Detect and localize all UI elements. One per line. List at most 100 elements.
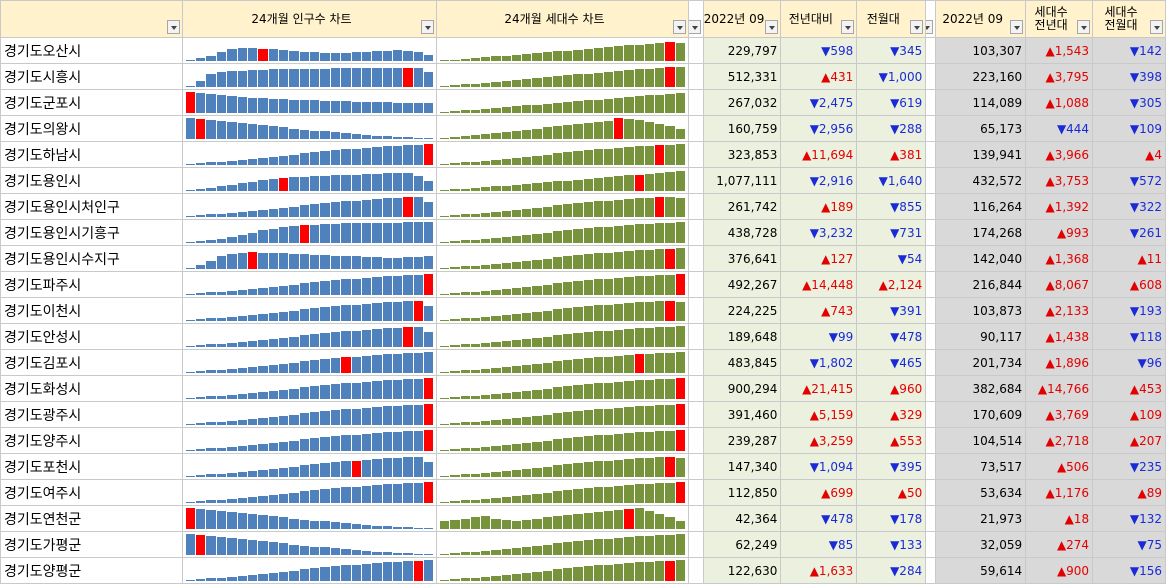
gap-cell[interactable]: [925, 115, 937, 142]
region-name-cell[interactable]: 경기도용인시기흥구: [0, 219, 183, 246]
household-chart-cell[interactable]: [436, 401, 689, 428]
household-mom-cell[interactable]: ▼322: [1092, 193, 1166, 220]
population-cell[interactable]: 376,641: [702, 245, 782, 272]
population-mom-cell[interactable]: ▼855: [856, 193, 927, 220]
filter-dropdown-icon[interactable]: [1150, 20, 1163, 34]
population-chart-cell[interactable]: [181, 167, 438, 194]
population-yoy-cell[interactable]: ▲127: [780, 245, 858, 272]
population-yoy-cell[interactable]: ▼598: [780, 37, 858, 64]
population-mom-cell[interactable]: ▲381: [856, 141, 927, 168]
household-mom-cell[interactable]: ▼109: [1092, 115, 1166, 142]
population-chart-cell[interactable]: [181, 141, 438, 168]
gap-cell[interactable]: [925, 271, 937, 298]
household-yoy-cell[interactable]: ▲14,766: [1025, 375, 1094, 402]
population-mom-cell[interactable]: ▼178: [856, 505, 927, 532]
household-mom-cell[interactable]: ▲207: [1092, 427, 1166, 454]
population-yoy-cell[interactable]: ▲431: [780, 63, 858, 90]
table-row[interactable]: 경기도용인시처인구 261,742 ▲189 ▼855 116,264 ▲1,392 ▼32…: [0, 193, 1166, 220]
population-yoy-cell[interactable]: ▼85: [780, 531, 858, 558]
gap-cell[interactable]: [925, 323, 937, 350]
population-chart-cell[interactable]: [181, 193, 438, 220]
population-mom-cell[interactable]: ▲960: [856, 375, 927, 402]
table-row[interactable]: 경기도시흥시 512,331 ▲431 ▼1,000 223,160 ▲3,795 ▼398: [0, 63, 1166, 90]
gap-cell[interactable]: [687, 115, 704, 142]
household-cell[interactable]: 114,089: [935, 89, 1027, 116]
household-yoy-cell[interactable]: ▲2,718: [1025, 427, 1094, 454]
household-yoy-cell[interactable]: ▲1,176: [1025, 479, 1094, 506]
region-name-cell[interactable]: 경기도파주시: [0, 271, 183, 298]
population-cell[interactable]: 900,294: [702, 375, 782, 402]
table-row[interactable]: 경기도포천시 147,340 ▼1,094 ▼395 73,517 ▲506 ▼235: [0, 453, 1166, 480]
household-mom-cell[interactable]: ▼193: [1092, 297, 1166, 324]
population-cell[interactable]: 267,032: [702, 89, 782, 116]
household-mom-cell[interactable]: ▼142: [1092, 37, 1166, 64]
region-name-cell[interactable]: 경기도김포시: [0, 349, 183, 376]
region-name-cell[interactable]: 경기도화성시: [0, 375, 183, 402]
household-mom-cell[interactable]: ▲4: [1092, 141, 1166, 168]
population-cell[interactable]: 323,853: [702, 141, 782, 168]
gap-cell[interactable]: [687, 479, 704, 506]
region-name-cell[interactable]: 경기도오산시: [0, 37, 183, 64]
gap-cell[interactable]: [687, 531, 704, 558]
household-chart-cell[interactable]: [436, 271, 689, 298]
population-cell[interactable]: 229,797: [702, 37, 782, 64]
table-row[interactable]: 경기도여주시 112,850 ▲699 ▲50 53,634 ▲1,176 ▲89: [0, 479, 1166, 506]
gap-cell[interactable]: [925, 167, 937, 194]
region-name-cell[interactable]: 경기도안성시: [0, 323, 183, 350]
household-mom-cell[interactable]: ▼305: [1092, 89, 1166, 116]
region-name-cell[interactable]: 경기도용인시처인구: [0, 193, 183, 220]
population-cell[interactable]: 492,267: [702, 271, 782, 298]
population-cell[interactable]: 112,850: [702, 479, 782, 506]
household-yoy-cell[interactable]: ▲8,067: [1025, 271, 1094, 298]
table-row[interactable]: 경기도광주시 391,460 ▲5,159 ▲329 170,609 ▲3,769 ▲109: [0, 401, 1166, 428]
population-yoy-cell[interactable]: ▼478: [780, 505, 858, 532]
population-mom-cell[interactable]: ▼288: [856, 115, 927, 142]
population-chart-cell[interactable]: [181, 89, 438, 116]
table-row[interactable]: 경기도군포시 267,032 ▼2,475 ▼619 114,089 ▲1,088 ▼305: [0, 89, 1166, 116]
population-yoy-cell[interactable]: ▼3,232: [780, 219, 858, 246]
household-yoy-cell[interactable]: ▲18: [1025, 505, 1094, 532]
population-cell[interactable]: 42,364: [702, 505, 782, 532]
table-row[interactable]: 경기도오산시 229,797 ▼598 ▼345 103,307 ▲1,543 ▼142: [0, 37, 1166, 64]
household-mom-cell[interactable]: ▼75: [1092, 531, 1166, 558]
household-cell[interactable]: 139,941: [935, 141, 1027, 168]
population-yoy-cell[interactable]: ▲5,159: [780, 401, 858, 428]
population-cell[interactable]: 224,225: [702, 297, 782, 324]
population-chart-cell[interactable]: [181, 63, 438, 90]
population-cell[interactable]: 438,728: [702, 219, 782, 246]
household-yoy-cell[interactable]: ▲506: [1025, 453, 1094, 480]
population-cell[interactable]: 160,759: [702, 115, 782, 142]
population-chart-cell[interactable]: [181, 505, 438, 532]
gap-cell[interactable]: [687, 63, 704, 90]
household-yoy-cell[interactable]: ▲3,795: [1025, 63, 1094, 90]
household-yoy-cell[interactable]: ▲1,896: [1025, 349, 1094, 376]
population-mom-cell[interactable]: ▼391: [856, 297, 927, 324]
household-chart-cell[interactable]: [436, 349, 689, 376]
gap-cell[interactable]: [687, 349, 704, 376]
population-cell[interactable]: 62,249: [702, 531, 782, 558]
gap-cell[interactable]: [687, 271, 704, 298]
household-mom-cell[interactable]: ▼572: [1092, 167, 1166, 194]
region-name-cell[interactable]: 경기도여주시: [0, 479, 183, 506]
population-mom-cell[interactable]: ▼1,640: [856, 167, 927, 194]
region-name-cell[interactable]: 경기도포천시: [0, 453, 183, 480]
household-chart-cell[interactable]: [436, 37, 689, 64]
gap-cell[interactable]: [925, 531, 937, 558]
table-row[interactable]: 경기도의왕시 160,759 ▼2,956 ▼288 65,173 ▼444 ▼109: [0, 115, 1166, 142]
household-yoy-cell[interactable]: ▲1,438: [1025, 323, 1094, 350]
filter-dropdown-icon[interactable]: [421, 20, 435, 34]
gap-cell[interactable]: [925, 219, 937, 246]
gap-cell[interactable]: [687, 193, 704, 220]
population-chart-cell[interactable]: [181, 219, 438, 246]
population-mom-cell[interactable]: ▲329: [856, 401, 927, 428]
population-chart-cell[interactable]: [181, 401, 438, 428]
household-chart-cell[interactable]: [436, 375, 689, 402]
population-mom-cell[interactable]: ▲553: [856, 427, 927, 454]
gap-cell[interactable]: [925, 453, 937, 480]
population-mom-cell[interactable]: ▼395: [856, 453, 927, 480]
filter-dropdown-icon[interactable]: [672, 20, 686, 34]
filter-dropdown-icon[interactable]: [926, 20, 934, 34]
gap-cell[interactable]: [925, 193, 937, 220]
household-chart-cell[interactable]: [436, 479, 689, 506]
gap-cell[interactable]: [687, 89, 704, 116]
